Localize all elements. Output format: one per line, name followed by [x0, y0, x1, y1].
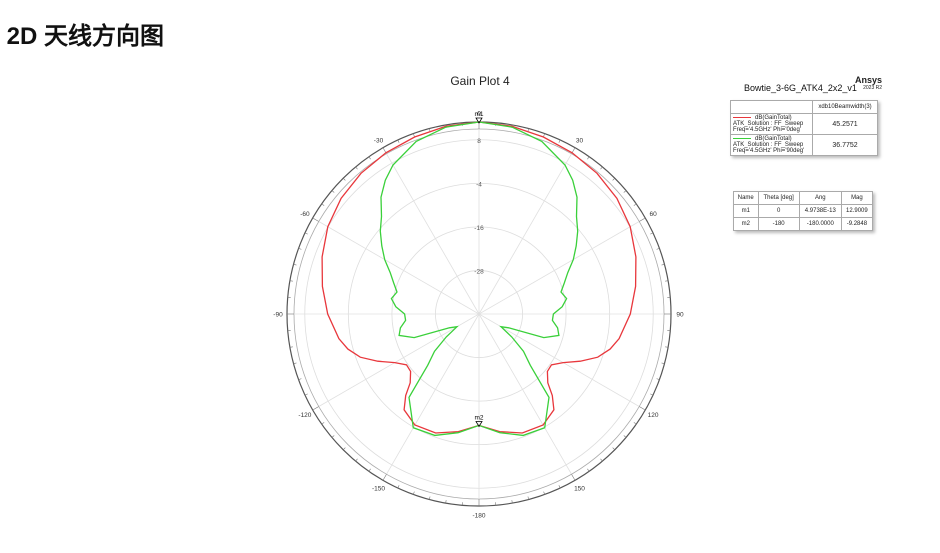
- table-row: m2 -180 -180.0000 -9.2848: [733, 217, 874, 231]
- angle-tick-mark: [612, 447, 615, 450]
- angle-tick-mark: [650, 232, 654, 235]
- marker-mag: 12.9009: [840, 204, 874, 218]
- column-header: Ang: [798, 191, 842, 205]
- radial-tick-label: -4: [476, 181, 482, 188]
- marker-table-header: Name Theta [deg] Ang Mag: [733, 191, 874, 205]
- angle-tick-mark: [355, 166, 358, 170]
- brand-logo: Ansys 2023 R2: [855, 76, 882, 92]
- grid-spoke: [318, 221, 480, 315]
- marker-name: m1: [733, 204, 759, 218]
- angle-tick-mark: [382, 474, 387, 481]
- marker-table: Name Theta [deg] Ang Mag m1 0 4.9738E-13…: [733, 191, 874, 231]
- angle-tick-label: -60: [300, 211, 310, 218]
- angle-tick-mark: [650, 393, 654, 396]
- radial-tick-label: -16: [474, 225, 484, 232]
- angle-tick-label: 60: [649, 211, 657, 218]
- angle-tick-label: -30: [374, 137, 384, 144]
- legend-table: xdb10Beamwidth(3) dB(GainTotal) ATK_Solu…: [730, 100, 878, 156]
- angle-tick-mark: [612, 178, 615, 181]
- table-row: m1 0 4.9738E-13 12.9009: [733, 204, 874, 218]
- series-swatch: [733, 116, 751, 118]
- angle-tick-mark: [368, 468, 371, 472]
- angle-tick-mark: [331, 435, 335, 438]
- series-variation: Freq='4.5GHz' Phi='90deg': [733, 148, 805, 154]
- marker-theta: 0: [757, 204, 800, 218]
- column-header: Name: [733, 191, 759, 205]
- angle-tick-mark: [600, 458, 603, 462]
- angle-tick-mark: [633, 422, 637, 425]
- marker-ang: 4.9738E-13: [798, 204, 842, 218]
- angle-tick-mark: [321, 203, 325, 206]
- angle-tick-mark: [312, 217, 319, 222]
- angle-tick-mark: [558, 485, 561, 489]
- angle-tick-mark: [623, 435, 627, 438]
- marker-mag: -9.2848: [840, 217, 874, 231]
- series-beamwidth: 45.2571: [812, 113, 878, 135]
- angle-tick-label: -90: [273, 312, 283, 319]
- legend-header: xdb10Beamwidth(3): [812, 100, 878, 114]
- marker-label: m1: [474, 111, 483, 118]
- legend-entry: dB(GainTotal) ATK_Solution : FF_Sweep Fr…: [730, 113, 813, 135]
- angle-tick-mark: [623, 190, 627, 193]
- angle-tick-label: 150: [574, 486, 585, 493]
- angle-tick-mark: [587, 468, 590, 472]
- marker-ang: -180.0000: [798, 217, 842, 231]
- marker-theta: -180: [757, 217, 800, 231]
- marker-label: m2: [474, 414, 483, 421]
- angle-tick-mark: [343, 178, 346, 181]
- angle-tick-mark: [312, 406, 319, 411]
- marker-name: m2: [733, 217, 759, 231]
- angle-tick-mark: [331, 190, 335, 193]
- angle-tick-label: -150: [372, 486, 385, 493]
- series-variation: Freq='4.5GHz' Phi='0deg': [733, 127, 801, 133]
- angle-tick-label: 90: [676, 312, 684, 319]
- angle-tick-mark: [639, 406, 646, 411]
- radial-tick-label: -28: [474, 268, 484, 275]
- series-beamwidth: 36.7752: [812, 134, 878, 156]
- angle-tick-mark: [633, 203, 637, 206]
- angle-tick-mark: [587, 156, 590, 160]
- angle-tick-mark: [397, 139, 400, 143]
- angle-tick-mark: [355, 458, 358, 462]
- angle-tick-mark: [600, 166, 603, 170]
- design-name: Bowtie_3-6G_ATK4_2x2_v1: [744, 83, 857, 93]
- angle-tick-mark: [304, 232, 308, 235]
- angle-tick-mark: [558, 139, 561, 143]
- column-header: Mag: [840, 191, 874, 205]
- series-swatch: [733, 137, 751, 139]
- brand-version: 2023 R2: [863, 85, 883, 91]
- angle-tick-label: -120: [298, 412, 311, 419]
- angle-tick-mark: [571, 474, 576, 481]
- legend-corner: [730, 100, 813, 114]
- grid-spoke: [386, 153, 480, 315]
- grid-spoke: [478, 153, 572, 315]
- angle-tick-mark: [397, 485, 400, 489]
- grid-spoke: [386, 313, 480, 475]
- radial-tick-label: 8: [477, 138, 481, 145]
- grid-spoke: [478, 221, 640, 315]
- angle-tick-mark: [304, 393, 308, 396]
- angle-tick-label: -180: [472, 513, 485, 520]
- angle-tick-label: 30: [576, 137, 584, 144]
- angle-tick-mark: [343, 447, 346, 450]
- legend-row: dB(GainTotal) ATK_Solution : FF_Sweep Fr…: [730, 134, 878, 156]
- legend-row: dB(GainTotal) ATK_Solution : FF_Sweep Fr…: [730, 113, 878, 135]
- angle-tick-mark: [639, 217, 646, 222]
- legend-entry: dB(GainTotal) ATK_Solution : FF_Sweep Fr…: [730, 134, 813, 156]
- angle-tick-label: 120: [648, 412, 659, 419]
- angle-tick-mark: [321, 422, 325, 425]
- angle-tick-mark: [368, 156, 371, 160]
- grid-spoke: [478, 313, 572, 475]
- column-header: Theta [deg]: [757, 191, 800, 205]
